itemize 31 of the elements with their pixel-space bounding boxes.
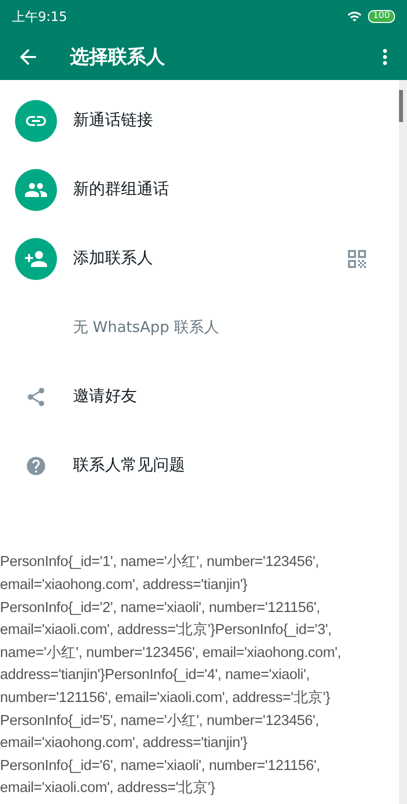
status-time: 上午9:15 — [12, 8, 68, 26]
log-line: PersonInfo{_id='5', name='小红', number='123456', — [0, 712, 320, 731]
log-line: number='121156', email='xiaoli.com', address='北京'} — [0, 688, 332, 708]
log-line: PersonInfo{_id='2', name='xiaoli', number='121156', — [0, 598, 322, 618]
group-icon — [15, 168, 57, 210]
window-title: 选择联系人 — [70, 44, 166, 70]
list-item[interactable]: 联系人常见问题 — [0, 431, 399, 500]
log-line: email='xiaoli.com', address='北京'}PersonInfo{_id='3', — [0, 620, 333, 640]
item-label: 添加联系人 — [73, 248, 154, 269]
item-label: 新通话链接 — [73, 110, 154, 131]
list-item[interactable]: 新通话链接 — [0, 86, 399, 155]
item-label: 新的群组通话 — [73, 179, 170, 200]
log-line: email='xiaohong.com', address='tianjin'} — [0, 576, 248, 596]
list-item[interactable]: 添加联系人 — [0, 224, 399, 293]
help-icon — [25, 454, 47, 476]
list-item[interactable]: 新的群组通话 — [0, 155, 399, 224]
note-text: 无 WhatsApp 联系人 — [73, 318, 220, 337]
item-label: 联系人常见问题 — [73, 455, 186, 476]
log-line: address='tianjin'}PersonInfo{_id='4', name='xiaoli', — [0, 666, 311, 686]
link-icon — [15, 100, 57, 142]
log-line: PersonInfo{_id='1', name='小红', number='123456', — [0, 553, 320, 572]
log-line: email='xiaoli.com', address='北京'} — [0, 778, 216, 798]
log-line: name='小红', number='123456', email='xiaohong.com', — [0, 644, 342, 663]
list-item[interactable]: 邀请好友 — [0, 362, 399, 431]
add-person-icon — [15, 238, 57, 280]
log-line: PersonInfo{_id='6', name='xiaoli', number='121156', — [0, 756, 322, 776]
log-line: email='xiaohong.com', address='tianjin'} — [0, 734, 248, 754]
battery-level: 100 — [368, 10, 395, 23]
share-icon — [25, 386, 47, 408]
item-label: 邀请好友 — [73, 386, 138, 407]
wifi-icon — [346, 9, 362, 24]
